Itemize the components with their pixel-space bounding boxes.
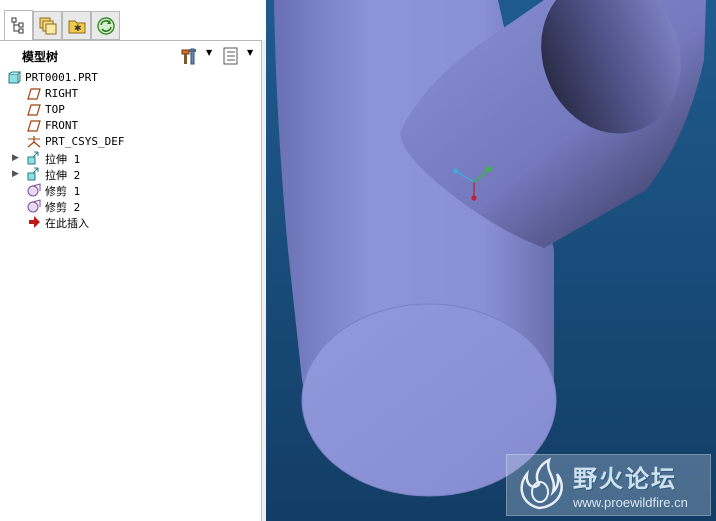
tree-item-label: TOP [45,103,65,116]
tab-connections[interactable] [91,11,120,40]
watermark-logo: 野火论坛 www.proewildfire.cn [506,454,711,516]
datum-plane-icon [27,104,41,116]
tree-item-extrude-2[interactable]: ▶ 拉伸 2 [0,166,262,182]
list-icon [223,47,238,65]
tree-item-top[interactable]: TOP [0,102,262,118]
tree-item-label: PRT0001.PRT [25,71,98,84]
model-tree-panel: ✱ 模型树 ▼ ▼ PRT0001.PRT RIGHT TOP FRONT PR… [0,0,266,521]
expand-arrow-icon[interactable]: ▶ [12,153,19,163]
tools-icon [181,48,196,65]
model-tree-title: 模型树 [22,50,59,64]
tab-layers[interactable] [33,11,62,40]
model-tree-icon [11,17,24,34]
watermark-url: www.proewildfire.cn [573,495,688,510]
insert-arrow-icon [29,216,40,228]
tree-show-button[interactable] [222,46,240,66]
trim-icon [27,199,41,213]
datum-plane-icon [27,88,41,100]
tree-item-label: PRT_CSYS_DEF [45,135,125,148]
tree-item-part[interactable]: PRT0001.PRT [0,70,262,86]
navigator-tabbar: ✱ [0,0,266,41]
datum-plane-icon [27,120,41,132]
tree-item-label: RIGHT [45,87,79,100]
tree-item-right[interactable]: RIGHT [0,86,262,102]
tab-favorites[interactable]: ✱ [62,11,91,40]
tree-item-front[interactable]: FRONT [0,118,262,134]
tree-item-trim-1[interactable]: 修剪 1 [0,182,262,198]
tree-item-label: 拉伸 2 [45,169,81,182]
folder-star-icon: ✱ [68,20,86,34]
watermark-name: 野火论坛 [573,465,677,493]
expand-arrow-icon[interactable]: ▶ [12,169,19,179]
trim-icon [27,183,41,197]
csys-icon [27,136,41,148]
model-tree-header: 模型树 ▼ ▼ [0,41,262,69]
tab-model-tree[interactable] [4,10,33,41]
tree-item-label: 在此插入 [45,217,89,230]
tree-item-trim-2[interactable]: 修剪 2 [0,198,262,214]
tree-settings-dropdown-icon[interactable]: ▼ [206,48,212,57]
svg-text:✱: ✱ [74,24,82,34]
extrude-icon [27,167,39,181]
extrude-icon [27,151,39,165]
graphics-viewport[interactable]: 野火论坛 www.proewildfire.cn [266,0,716,521]
tree-item-label: 修剪 2 [45,201,81,214]
part-icon [8,71,21,84]
tree-show-dropdown-icon[interactable]: ▼ [247,48,253,57]
3d-model [274,0,706,497]
tree-item-extrude-1[interactable]: ▶ 拉伸 1 [0,150,262,166]
flame-logo-icon [520,457,563,510]
tree-item-label: FRONT [45,119,79,132]
tree-item-label: 修剪 1 [45,185,81,198]
tree-item-label: 拉伸 1 [45,153,81,166]
tree-item-csys[interactable]: PRT_CSYS_DEF [0,134,262,150]
refresh-globe-icon [97,17,115,35]
tree-settings-button[interactable] [180,46,200,66]
tree-item-insert-here[interactable]: 在此插入 [0,214,262,230]
layers-icon [39,17,57,35]
